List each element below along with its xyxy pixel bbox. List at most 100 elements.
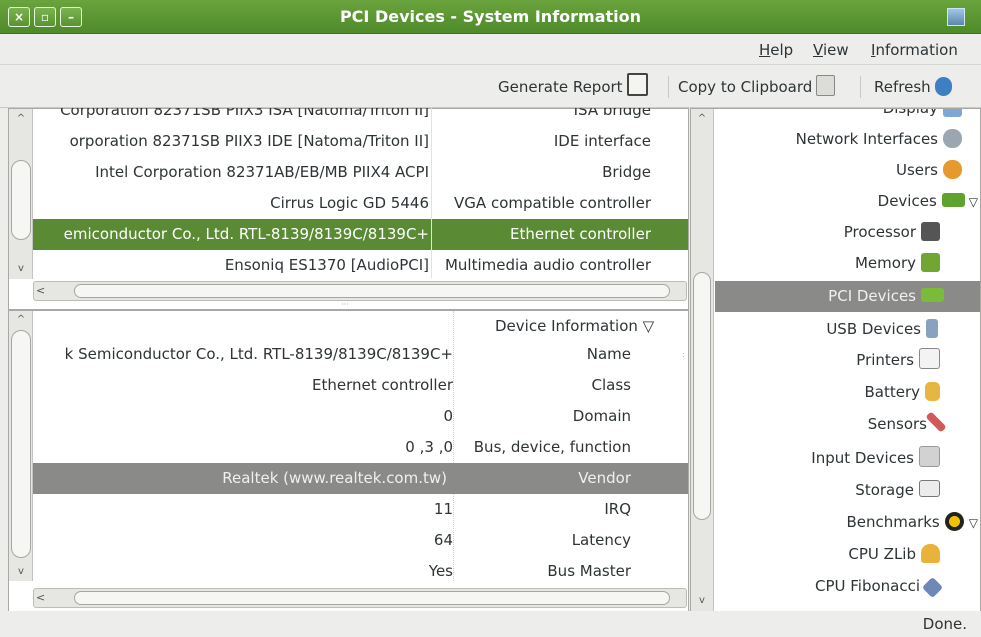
table-row[interactable]: Yes Bus Master <box>33 556 688 581</box>
copy-to-clipboard-button[interactable]: Copy to Clipboard <box>678 66 836 108</box>
device-list-scroll-thumb[interactable] <box>11 160 31 240</box>
input-devices-icon <box>919 446 940 467</box>
info-field-cell: Bus Master <box>547 562 631 580</box>
device-list-hscroll-thumb[interactable] <box>74 284 670 298</box>
device-type-cell: VGA compatible controller <box>454 194 651 212</box>
scroll-down-arrow[interactable]: v <box>10 565 32 579</box>
table-row[interactable]: Corporation 82371SB PIIX3 ISA [Natoma/Tr… <box>33 108 688 126</box>
sidebar-item-sensors[interactable]: Sensors <box>715 409 980 440</box>
sidebar-item-label: Input Devices <box>811 449 914 467</box>
generate-report-button[interactable]: Generate Report <box>498 66 648 108</box>
info-field-cell: Domain <box>572 407 631 425</box>
device-info-hscroll[interactable]: < <box>33 588 687 608</box>
device-name-cell: Cirrus Logic GD 5446 <box>270 194 429 212</box>
fibonacci-icon <box>921 576 944 599</box>
scroll-left-arrow[interactable]: < <box>36 591 50 605</box>
copy-to-clipboard-label: Copy to Clipboard <box>678 78 813 96</box>
device-info-table: Device Information ▽ k Semiconductor Co.… <box>33 311 688 581</box>
status-text: Done. <box>922 615 967 633</box>
sidebar-item-memory[interactable]: Memory <box>715 248 980 279</box>
network-icon <box>943 129 962 148</box>
device-table: Corporation 82371SB PIIX3 ISA [Natoma/Tr… <box>33 108 688 278</box>
window-title: PCI Devices - System Information <box>339 7 642 26</box>
table-row[interactable]: k Semiconductor Co., Ltd. RTL-8139/8139C… <box>33 339 688 370</box>
device-info-hscroll-thumb[interactable] <box>74 591 670 605</box>
sidebar-item-label: Benchmarks <box>846 513 940 531</box>
sidebar-item-battery[interactable]: Battery <box>715 377 980 408</box>
device-information-header[interactable]: Device Information ▽ <box>495 311 685 342</box>
scroll-down-arrow[interactable]: v <box>10 262 32 276</box>
sidebar-item-pci-devices[interactable]: PCI Devices <box>715 281 980 312</box>
app-icon <box>947 8 965 26</box>
info-field-cell: Name <box>586 345 631 363</box>
device-type-cell: ISA bridge <box>573 108 651 119</box>
sidebar-item-display[interactable]: Display <box>715 109 980 124</box>
sidebar-item-label: CPU ZLib <box>848 545 916 563</box>
table-row[interactable]: 0 Domain <box>33 401 688 432</box>
refresh-icon <box>934 77 952 96</box>
device-name-cell: Ensoniq ES1370 [AudioPCI] <box>224 256 429 274</box>
menu-view[interactable]: View <box>813 35 849 65</box>
sidebar-item-users[interactable]: Users <box>715 155 980 186</box>
table-row[interactable]: Cirrus Logic GD 5446 VGA compatible cont… <box>33 188 688 219</box>
sidebar-item-network-interfaces[interactable]: Network Interfaces <box>715 124 980 155</box>
menu-information[interactable]: Information <box>871 35 958 65</box>
device-info-scroll-thumb[interactable] <box>11 330 31 558</box>
device-type-cell: Bridge <box>602 163 651 181</box>
scroll-up-arrow[interactable]: ^ <box>692 112 712 126</box>
devices-icon <box>941 193 965 207</box>
table-row-selected[interactable]: emiconductor Co., Ltd. RTL-8139/8139C/81… <box>33 219 688 250</box>
table-row-selected[interactable]: Realtek (www.realtek.com.tw) Vendor <box>33 463 688 494</box>
sidebar-item-cpu-zlib[interactable]: CPU ZLib <box>715 539 980 570</box>
users-icon <box>943 160 962 179</box>
sidebar-item-label: Network Interfaces <box>795 130 938 148</box>
scroll-up-arrow[interactable]: ^ <box>10 313 32 327</box>
column-divider[interactable] <box>431 108 432 278</box>
device-name-cell: emiconductor Co., Ltd. RTL-8139/8139C/81… <box>63 225 429 243</box>
device-name-cell: Corporation 82371SB PIIX3 ISA [Natoma/Tr… <box>60 108 429 119</box>
sidebar-item-label: Storage <box>855 481 914 499</box>
sidebar-item-processor[interactable]: Processor <box>715 217 980 248</box>
scroll-up-arrow[interactable]: ^ <box>10 112 32 126</box>
expand-arrow-icon[interactable]: ▽ <box>969 195 978 209</box>
device-list-hscroll[interactable]: < <box>33 281 687 301</box>
sidebar-item-label: PCI Devices <box>828 287 916 305</box>
device-name-cell: Intel Corporation 82371AB/EB/MB PIIX4 AC… <box>95 163 429 181</box>
sidebar-item-storage[interactable]: Storage <box>715 475 980 506</box>
pane-resize-handle[interactable]: ··· <box>338 301 352 309</box>
info-value-cell: 0 ,3 ,0 <box>405 438 453 456</box>
table-row[interactable]: Intel Corporation 82371AB/EB/MB PIIX4 AC… <box>33 157 688 188</box>
sidebar-item-label: Devices <box>877 192 937 210</box>
sidebar-scroll-thumb[interactable] <box>693 272 711 520</box>
sidebar-item-cpu-fibonacci[interactable]: CPU Fibonacci <box>715 571 980 602</box>
sidebar-item-benchmarks[interactable]: Benchmarks ▽ <box>715 507 980 538</box>
menu-view-mnemonic: V <box>813 41 823 59</box>
display-icon <box>943 109 962 117</box>
sidebar-item-label: Sensors <box>867 415 927 433</box>
info-value-cell: 64 <box>433 531 453 549</box>
sensors-icon <box>925 411 947 433</box>
pci-icon <box>921 288 944 302</box>
sidebar-item-printers[interactable]: Printers <box>715 345 980 376</box>
table-row[interactable]: 64 Latency <box>33 525 688 556</box>
table-row[interactable]: 11 IRQ <box>33 494 688 525</box>
info-field-cell: Vendor <box>578 469 631 487</box>
sidebar-item-devices[interactable]: Devices ▽ <box>715 186 980 217</box>
table-row[interactable]: 0 ,3 ,0 Bus, device, function <box>33 432 688 463</box>
pane-resize-handle[interactable]: : <box>682 350 688 364</box>
expand-arrow-icon[interactable]: ▽ <box>969 516 978 530</box>
sidebar-item-label: Battery <box>864 383 920 401</box>
sidebar-item-usb-devices[interactable]: USB Devices <box>715 314 980 345</box>
device-type-cell: Multimedia audio controller <box>444 256 651 274</box>
menu-help[interactable]: Help <box>759 35 793 65</box>
refresh-button[interactable]: Refresh <box>874 66 952 108</box>
storage-icon <box>919 480 940 497</box>
scroll-left-arrow[interactable]: < <box>36 284 50 298</box>
scroll-down-arrow[interactable]: v <box>692 594 712 608</box>
table-row[interactable]: Ensoniq ES1370 [AudioPCI] Multimedia aud… <box>33 250 688 278</box>
table-row[interactable]: Ethernet controller Class <box>33 370 688 401</box>
zlib-icon <box>921 544 940 563</box>
sidebar-item-input-devices[interactable]: Input Devices <box>715 443 980 474</box>
clipboard-icon <box>816 75 836 96</box>
table-row[interactable]: orporation 82371SB PIIX3 IDE [Natoma/Tri… <box>33 126 688 157</box>
